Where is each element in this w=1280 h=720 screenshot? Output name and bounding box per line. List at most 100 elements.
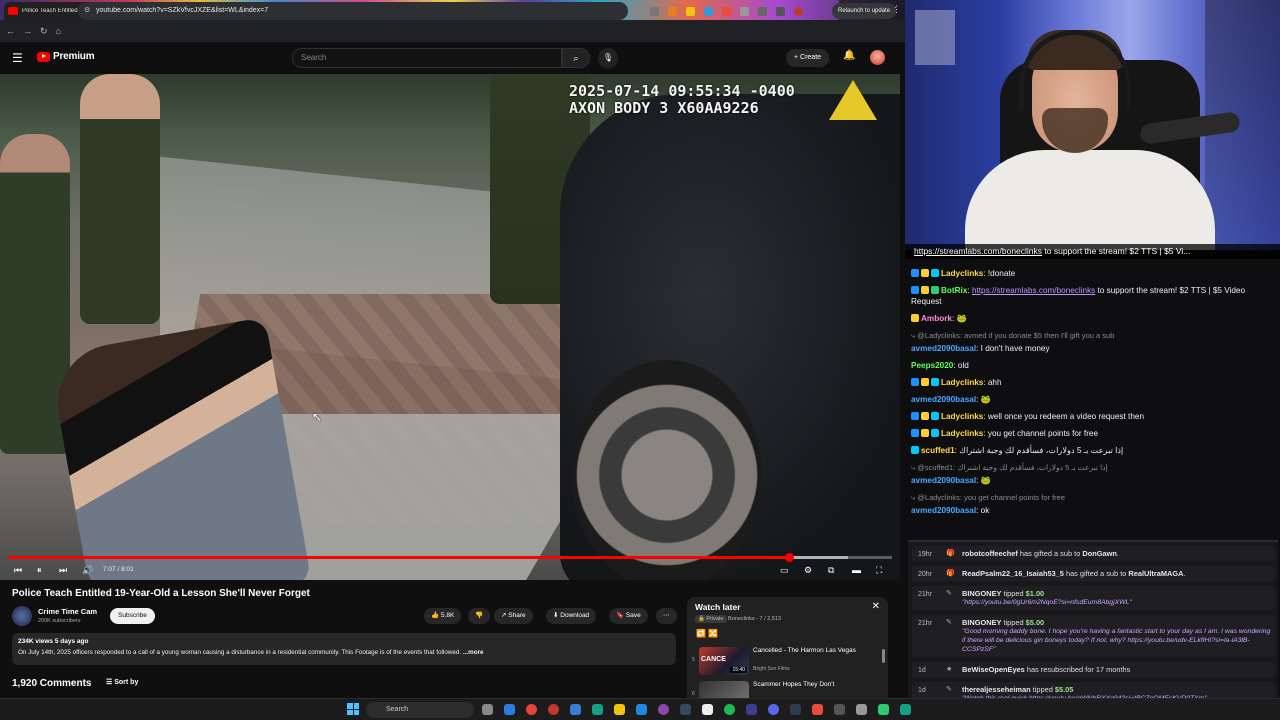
description-box[interactable]: 234K views 5 days ago On July 14th, 2025… <box>12 633 676 665</box>
app-icon[interactable] <box>570 704 581 715</box>
chat-badge-icon[interactable] <box>911 412 919 420</box>
playlist-owner[interactable]: Boneclinks <box>728 616 755 622</box>
miniplayer-icon[interactable]: ⧉ <box>828 562 834 578</box>
chat-username[interactable]: avmed2090basal <box>911 476 976 485</box>
item-title[interactable]: Scammer Hopes They Don't <box>753 681 875 689</box>
app-icon[interactable] <box>702 704 713 715</box>
item-title[interactable]: Cancelled - The Harmon Las Vegas <box>753 647 875 655</box>
subscribe-button[interactable]: Subscribe <box>110 608 155 624</box>
chat-username[interactable]: avmed2090basal <box>911 344 976 353</box>
event-username[interactable]: ReadPsalm22_16_Isaiah53_5 <box>962 569 1064 578</box>
chat-badge-icon[interactable] <box>931 286 939 294</box>
relaunch-button[interactable]: Relaunch to update <box>832 3 897 19</box>
chrome-icon[interactable] <box>548 704 559 715</box>
youtube-logo[interactable]: Premium <box>37 51 95 62</box>
create-button[interactable]: + Create <box>786 49 830 67</box>
extension-icon[interactable] <box>668 6 677 16</box>
chat-badge-icon[interactable] <box>911 314 919 322</box>
extension-icon[interactable] <box>686 6 695 16</box>
app-icon[interactable] <box>812 704 823 715</box>
chat-username[interactable]: avmed2090basal <box>911 506 976 515</box>
event-username[interactable]: therealjesseheiman <box>962 685 1031 694</box>
cast-icon[interactable] <box>632 6 641 16</box>
chat-badge-icon[interactable] <box>921 378 929 386</box>
app-icon[interactable] <box>856 704 867 715</box>
reload-icon[interactable]: ↻ <box>40 26 48 37</box>
sidebar-icon[interactable] <box>758 6 767 16</box>
puzzle-icon[interactable] <box>740 6 749 16</box>
chat-username[interactable]: avmed2090basal <box>911 395 976 404</box>
notifications-bell-icon[interactable]: 🔔 <box>843 50 855 61</box>
more-actions-icon[interactable]: ⋯ <box>656 608 677 624</box>
spotify-icon[interactable] <box>724 704 735 715</box>
taskbar-search-input[interactable]: Search <box>366 702 474 718</box>
chat-username[interactable]: Ladyclinks <box>941 429 983 438</box>
chat-username[interactable]: Ladyclinks <box>941 412 983 421</box>
app-icon[interactable] <box>680 704 691 715</box>
edge-icon[interactable] <box>504 704 515 715</box>
app-icon[interactable] <box>746 704 757 715</box>
microphone-icon[interactable]: 🎙 <box>598 48 618 68</box>
playlist-item[interactable]: 5 CANCE 15:40 Cancelled - The Harmon Las… <box>691 647 877 677</box>
pause-icon[interactable]: ⏸ <box>37 562 42 578</box>
theater-mode-icon[interactable]: ▬ <box>852 562 861 578</box>
download-button[interactable]: ⬇ Download <box>546 608 597 624</box>
event-username[interactable]: robotcoffeechef <box>962 549 1018 558</box>
captions-icon[interactable]: ▭ <box>780 562 789 578</box>
event-target-user[interactable]: RealUltraMAGA <box>1128 569 1183 578</box>
windows-start-icon[interactable] <box>347 703 359 715</box>
forward-icon[interactable]: → <box>23 26 32 36</box>
chrome-icon[interactable] <box>526 704 537 715</box>
search-icon[interactable]: ⌕ <box>562 48 590 68</box>
event-username[interactable]: BINGONEY <box>962 618 1001 627</box>
chat-badge-icon[interactable] <box>911 429 919 437</box>
menu-dots-icon[interactable]: ⋮ <box>892 4 901 15</box>
app-icon[interactable] <box>900 704 911 715</box>
url-bar[interactable]: youtube.com/watch?v=SZkVfvcJXZE&list=WL&… <box>78 2 628 20</box>
close-playlist-icon[interactable]: ✕ <box>872 601 880 612</box>
chat-badge-icon[interactable] <box>911 446 919 454</box>
profile-icon[interactable] <box>776 6 785 16</box>
chat-badge-icon[interactable] <box>911 378 919 386</box>
playlist-title[interactable]: Watch later <box>695 602 741 612</box>
more-link[interactable]: ...more <box>463 649 484 656</box>
event-username[interactable]: BINGONEY <box>962 589 1001 598</box>
save-button[interactable]: 🔖 Save <box>609 608 648 624</box>
dislike-button[interactable]: 👎 <box>468 608 491 624</box>
site-info-icon[interactable]: ⚙ <box>84 6 90 14</box>
chat-username[interactable]: Ambork <box>921 314 952 323</box>
chat-badge-icon[interactable] <box>921 286 929 294</box>
app-icon[interactable] <box>834 704 845 715</box>
video-player[interactable]: 2025-07-14 09:55:34 -0400 AXON BODY 3 X6… <box>0 74 900 580</box>
fullscreen-icon[interactable]: ⛶ <box>876 562 882 578</box>
chat-badge-icon[interactable] <box>921 429 929 437</box>
star-icon[interactable] <box>650 6 659 16</box>
channel-name[interactable]: Crime Time Cam <box>38 607 97 616</box>
chat-badge-icon[interactable] <box>931 412 939 420</box>
app-icon[interactable] <box>658 704 669 715</box>
chat-username[interactable]: Ladyclinks <box>941 378 983 387</box>
chat-badge-icon[interactable] <box>911 269 919 277</box>
loop-icon[interactable]: 🔁 <box>696 629 706 638</box>
discord-icon[interactable] <box>768 704 779 715</box>
app-icon[interactable] <box>592 704 603 715</box>
search-input[interactable]: Search <box>292 48 562 68</box>
next-icon[interactable]: ⏭ <box>59 562 67 578</box>
chat-username[interactable]: BotRix <box>941 286 967 295</box>
chat-badge-icon[interactable] <box>931 429 939 437</box>
chat-badge-icon[interactable] <box>921 412 929 420</box>
extension-icon[interactable] <box>704 6 713 16</box>
chat-badge-icon[interactable] <box>931 269 939 277</box>
video-thumbnail[interactable]: CANCE 15:40 <box>699 647 749 675</box>
sort-by-button[interactable]: ☰ Sort by <box>106 678 138 686</box>
hamburger-menu-icon[interactable]: ☰ <box>12 51 23 65</box>
chat-username[interactable]: Peeps2020 <box>911 361 953 370</box>
scrubber-handle[interactable] <box>784 553 794 562</box>
event-target-user[interactable]: DonGawn <box>1082 549 1117 558</box>
settings-gear-icon[interactable]: ⚙ <box>804 562 812 578</box>
chat-link[interactable]: https://streamlabs.com/boneclinks <box>972 286 1095 295</box>
ticker-link[interactable]: https://streamlabs.com/boneclinks <box>914 246 1042 256</box>
previous-icon[interactable]: ⏮ <box>14 562 22 578</box>
like-button[interactable]: 👍 5.8K <box>424 608 462 624</box>
event-username[interactable]: BeWiseOpenEyes <box>962 665 1025 674</box>
